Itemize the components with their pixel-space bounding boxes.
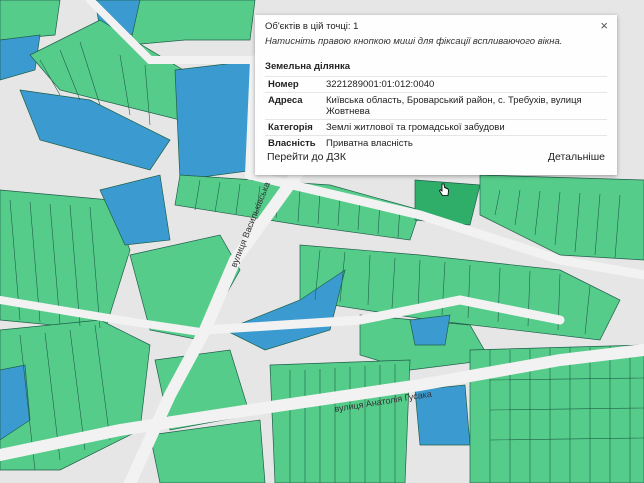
section-title: Земельна ділянка bbox=[265, 61, 350, 72]
row-key: Категорія bbox=[265, 119, 323, 136]
row-value: 3221289001:01:012:0040 bbox=[323, 76, 607, 93]
row-key: Адреса bbox=[265, 92, 323, 120]
row-category: Категорія Землі житлової та громадської … bbox=[265, 119, 607, 136]
parcel-block-blue-low[interactable] bbox=[409, 314, 451, 346]
popup-hint: Натисніть правою кнопкою миші для фіксац… bbox=[265, 36, 563, 47]
cadastral-map-app: вулиця Васильківська вулиця Анатолія Гус… bbox=[0, 0, 644, 483]
parcel-block-top-mid[interactable] bbox=[129, 0, 256, 46]
row-value: Землі житлової та громадської забудови bbox=[323, 119, 607, 136]
row-value: Київська область, Броварський район, с. … bbox=[323, 92, 607, 120]
row-key: Власність bbox=[265, 135, 323, 151]
row-value: Приватна власність bbox=[323, 135, 607, 151]
details-link[interactable]: Детальніше bbox=[548, 151, 605, 163]
close-icon[interactable]: × bbox=[600, 18, 608, 33]
parcel-block-top-left[interactable] bbox=[0, 0, 61, 41]
go-to-dzk-link[interactable]: Перейти до ДЗК bbox=[267, 151, 346, 163]
row-ownership: Власність Приватна власність bbox=[265, 135, 607, 151]
parcel-block-bottom-mid[interactable] bbox=[269, 359, 411, 483]
row-key: Номер bbox=[265, 76, 323, 93]
hand-cursor-icon bbox=[438, 183, 449, 196]
parcel-info-popup[interactable]: × Об'єктів в цій точці: 1 Натисніть прав… bbox=[255, 15, 617, 175]
objects-count: Об'єктів в цій точці: 1 bbox=[265, 21, 359, 32]
row-address: Адреса Київська область, Броварський рай… bbox=[265, 92, 607, 120]
parcel-info-table: Номер 3221289001:01:012:0040 Адреса Київ… bbox=[265, 76, 607, 151]
popup-actions: Перейти до ДЗК Детальніше bbox=[267, 151, 605, 163]
row-number: Номер 3221289001:01:012:0040 bbox=[265, 76, 607, 93]
